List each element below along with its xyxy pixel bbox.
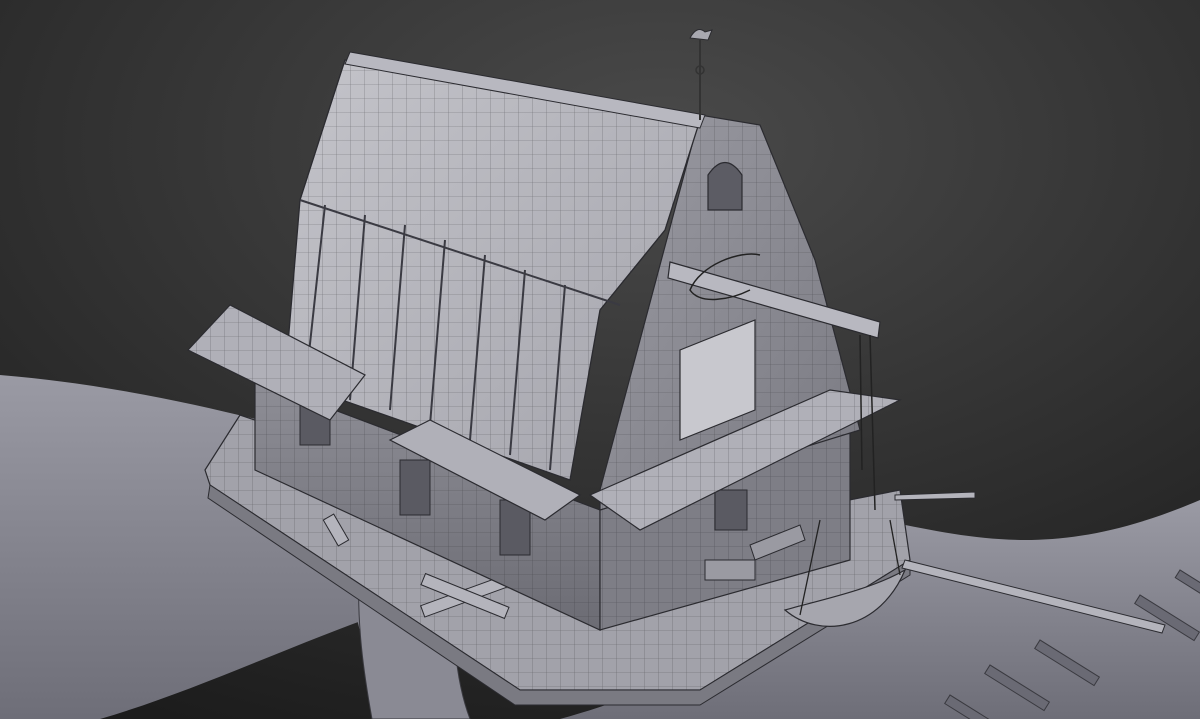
3d-viewport[interactable] [0, 0, 1200, 719]
viewport-scene [0, 0, 1200, 719]
